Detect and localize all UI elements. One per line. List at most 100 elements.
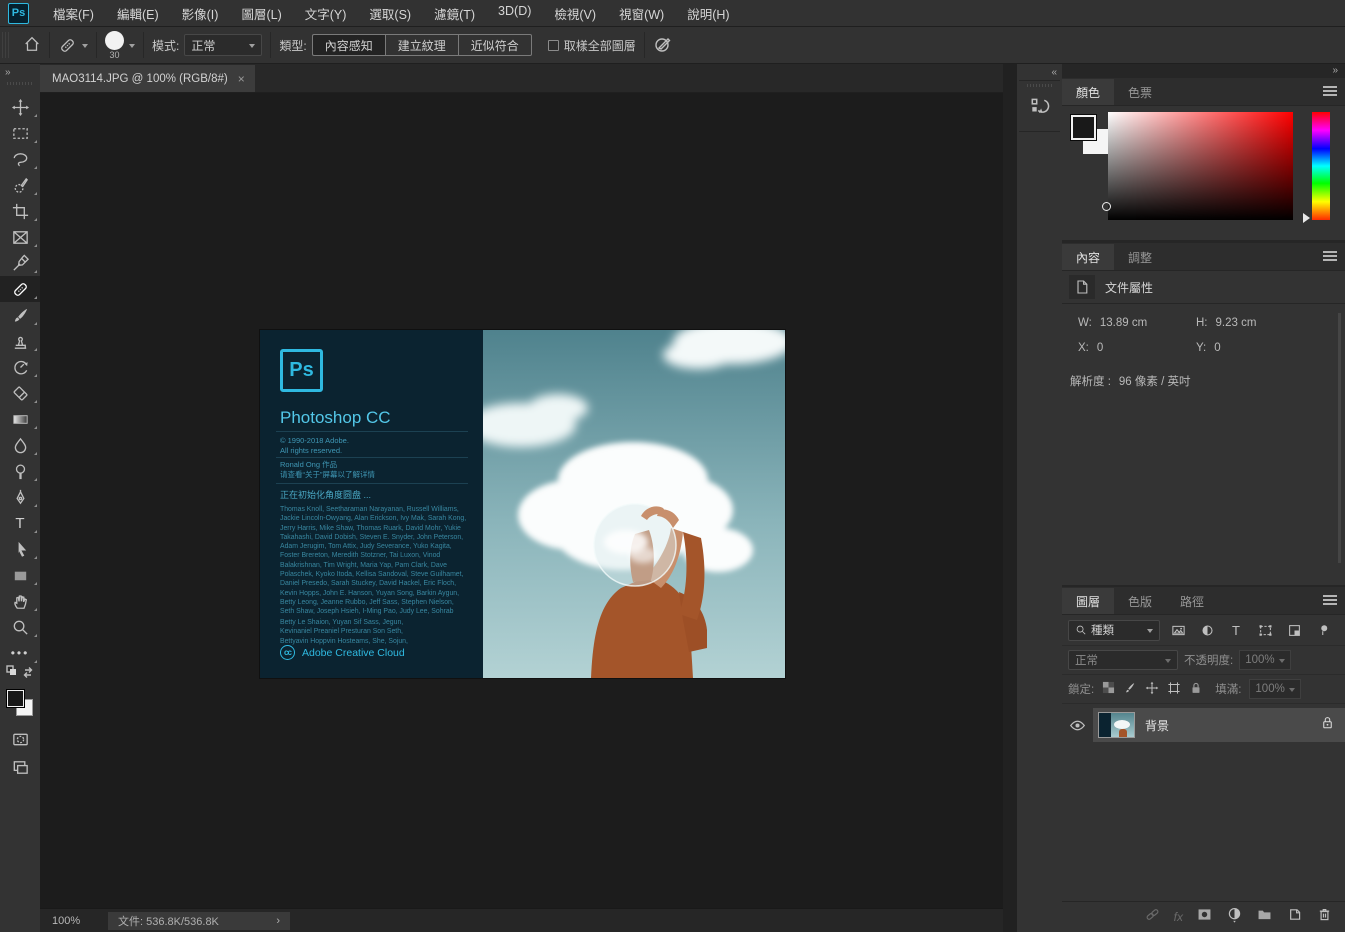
layer-row-background[interactable]: 背景: [1062, 708, 1345, 742]
rectangular-marquee-tool[interactable]: [0, 120, 40, 146]
new-layer-icon[interactable]: [1286, 906, 1303, 928]
menu-help[interactable]: 說明(H): [687, 4, 729, 23]
layer-visibility-toggle[interactable]: [1062, 717, 1093, 734]
brush-size-picker[interactable]: 30: [105, 31, 135, 60]
brush-tool[interactable]: [0, 302, 40, 328]
lock-transparency-icon[interactable]: [1102, 681, 1115, 697]
home-icon[interactable]: [23, 35, 41, 56]
tab-color[interactable]: 顏色: [1062, 79, 1114, 105]
document-image[interactable]: Ps Photoshop CC © 1990-2018 Adobe. All r…: [260, 330, 785, 678]
resolution-value[interactable]: 96 像素 / 英吋: [1119, 373, 1191, 389]
rectangle-shape-tool[interactable]: [0, 562, 40, 588]
blur-tool[interactable]: [0, 432, 40, 458]
pen-pressure-icon[interactable]: [653, 34, 673, 57]
panels-expand-button[interactable]: »: [1332, 65, 1337, 76]
saturation-brightness-field[interactable]: [1108, 112, 1293, 220]
lock-position-icon[interactable]: [1145, 681, 1159, 698]
toolbar-grip[interactable]: [7, 82, 33, 85]
layer-name[interactable]: 背景: [1145, 717, 1310, 734]
quick-mask-icon[interactable]: [0, 726, 40, 752]
tool-preset-picker[interactable]: [58, 36, 88, 55]
menu-image[interactable]: 影像(I): [182, 4, 219, 23]
chevron-right-icon[interactable]: ›: [276, 915, 280, 927]
hue-slider[interactable]: [1312, 112, 1330, 220]
mode-dropdown[interactable]: 正常: [184, 34, 262, 56]
pixel-filter-icon[interactable]: [1167, 623, 1189, 638]
tab-swatches[interactable]: 色票: [1114, 79, 1166, 105]
type-filter-icon[interactable]: T: [1225, 623, 1247, 638]
lasso-tool[interactable]: [0, 146, 40, 172]
shape-filter-icon[interactable]: [1254, 623, 1276, 638]
menu-view[interactable]: 檢視(V): [554, 4, 596, 23]
type-create-texture-button[interactable]: 建立紋理: [385, 34, 458, 56]
tab-layers[interactable]: 圖層: [1062, 588, 1114, 614]
panel-menu-icon[interactable]: [1323, 86, 1337, 96]
close-icon[interactable]: ×: [238, 72, 245, 86]
menu-layer[interactable]: 圖層(L): [241, 4, 281, 23]
panel-menu-icon[interactable]: [1323, 595, 1337, 605]
file-info-box[interactable]: 文件: 536.8K/536.8K ›: [108, 912, 290, 930]
type-proximity-match-button[interactable]: 近似符合: [458, 34, 532, 56]
zoom-level-field[interactable]: 100%: [52, 915, 108, 927]
toolbar-expand-button[interactable]: »: [5, 67, 10, 78]
layer-thumbnail[interactable]: [1098, 712, 1135, 738]
default-swap-colors[interactable]: [0, 662, 40, 682]
sample-all-layers-option[interactable]: 取樣全部圖層: [548, 37, 636, 54]
eraser-tool[interactable]: [0, 380, 40, 406]
panel-menu-icon[interactable]: [1323, 251, 1337, 261]
hand-tool[interactable]: [0, 588, 40, 614]
fill-field[interactable]: 100%: [1249, 679, 1301, 699]
layer-style-icon[interactable]: fx: [1174, 910, 1183, 924]
link-layers-icon[interactable]: [1144, 906, 1161, 928]
lock-pixels-icon[interactable]: [1123, 681, 1137, 698]
width-value[interactable]: 13.89 cm: [1100, 317, 1147, 329]
add-mask-icon[interactable]: [1196, 906, 1213, 928]
gradient-tool[interactable]: [0, 406, 40, 432]
lock-artboard-icon[interactable]: [1167, 681, 1181, 698]
frame-tool[interactable]: [0, 224, 40, 250]
tab-channels[interactable]: 色版: [1114, 588, 1166, 614]
dock-collapse-button[interactable]: «: [1051, 67, 1056, 78]
history-panel-button[interactable]: [1019, 80, 1060, 132]
x-value[interactable]: 0: [1097, 342, 1103, 354]
dodge-tool[interactable]: [0, 458, 40, 484]
spot-healing-brush-tool[interactable]: [0, 276, 40, 302]
tab-paths[interactable]: 路徑: [1166, 588, 1218, 614]
screen-mode-icon[interactable]: [0, 754, 40, 780]
document-tab[interactable]: MAO3114.JPG @ 100% (RGB/8#) ×: [40, 65, 255, 92]
type-content-aware-button[interactable]: 內容感知: [312, 34, 385, 56]
menu-filter[interactable]: 濾鏡(T): [434, 4, 475, 23]
crop-tool[interactable]: [0, 198, 40, 224]
new-adjustment-layer-icon[interactable]: [1226, 906, 1243, 928]
menu-file[interactable]: 檔案(F): [53, 4, 94, 23]
filter-toggle-icon[interactable]: [1312, 623, 1334, 638]
type-tool[interactable]: T: [0, 510, 40, 536]
layer-lock-icon[interactable]: [1320, 715, 1335, 735]
dock-divider[interactable]: [1003, 64, 1017, 932]
hue-slider-pointer[interactable]: [1303, 213, 1315, 223]
quick-selection-tool[interactable]: [0, 172, 40, 198]
foreground-color-swatch[interactable]: [7, 690, 24, 707]
layer-filter-kind-dropdown[interactable]: 種類: [1068, 620, 1160, 641]
path-selection-tool[interactable]: [0, 536, 40, 562]
y-value[interactable]: 0: [1214, 342, 1220, 354]
sample-all-layers-checkbox[interactable]: [548, 40, 559, 51]
color-foreground-swatch[interactable]: [1071, 115, 1096, 140]
blend-mode-dropdown[interactable]: 正常: [1068, 650, 1178, 670]
move-tool[interactable]: [0, 94, 40, 120]
menu-type[interactable]: 文字(Y): [305, 4, 347, 23]
history-brush-tool[interactable]: [0, 354, 40, 380]
adjustment-filter-icon[interactable]: [1196, 623, 1218, 638]
options-grip[interactable]: [2, 32, 9, 58]
smart-object-filter-icon[interactable]: [1283, 623, 1305, 638]
zoom-tool[interactable]: [0, 614, 40, 640]
clone-stamp-tool[interactable]: [0, 328, 40, 354]
eyedropper-tool[interactable]: [0, 250, 40, 276]
menu-3d[interactable]: 3D(D): [498, 4, 531, 23]
lock-all-icon[interactable]: [1189, 681, 1203, 698]
tab-properties[interactable]: 內容: [1062, 244, 1114, 270]
new-group-icon[interactable]: [1256, 906, 1273, 928]
height-value[interactable]: 9.23 cm: [1216, 317, 1257, 329]
menu-window[interactable]: 視窗(W): [619, 4, 664, 23]
delete-layer-icon[interactable]: [1316, 906, 1333, 928]
